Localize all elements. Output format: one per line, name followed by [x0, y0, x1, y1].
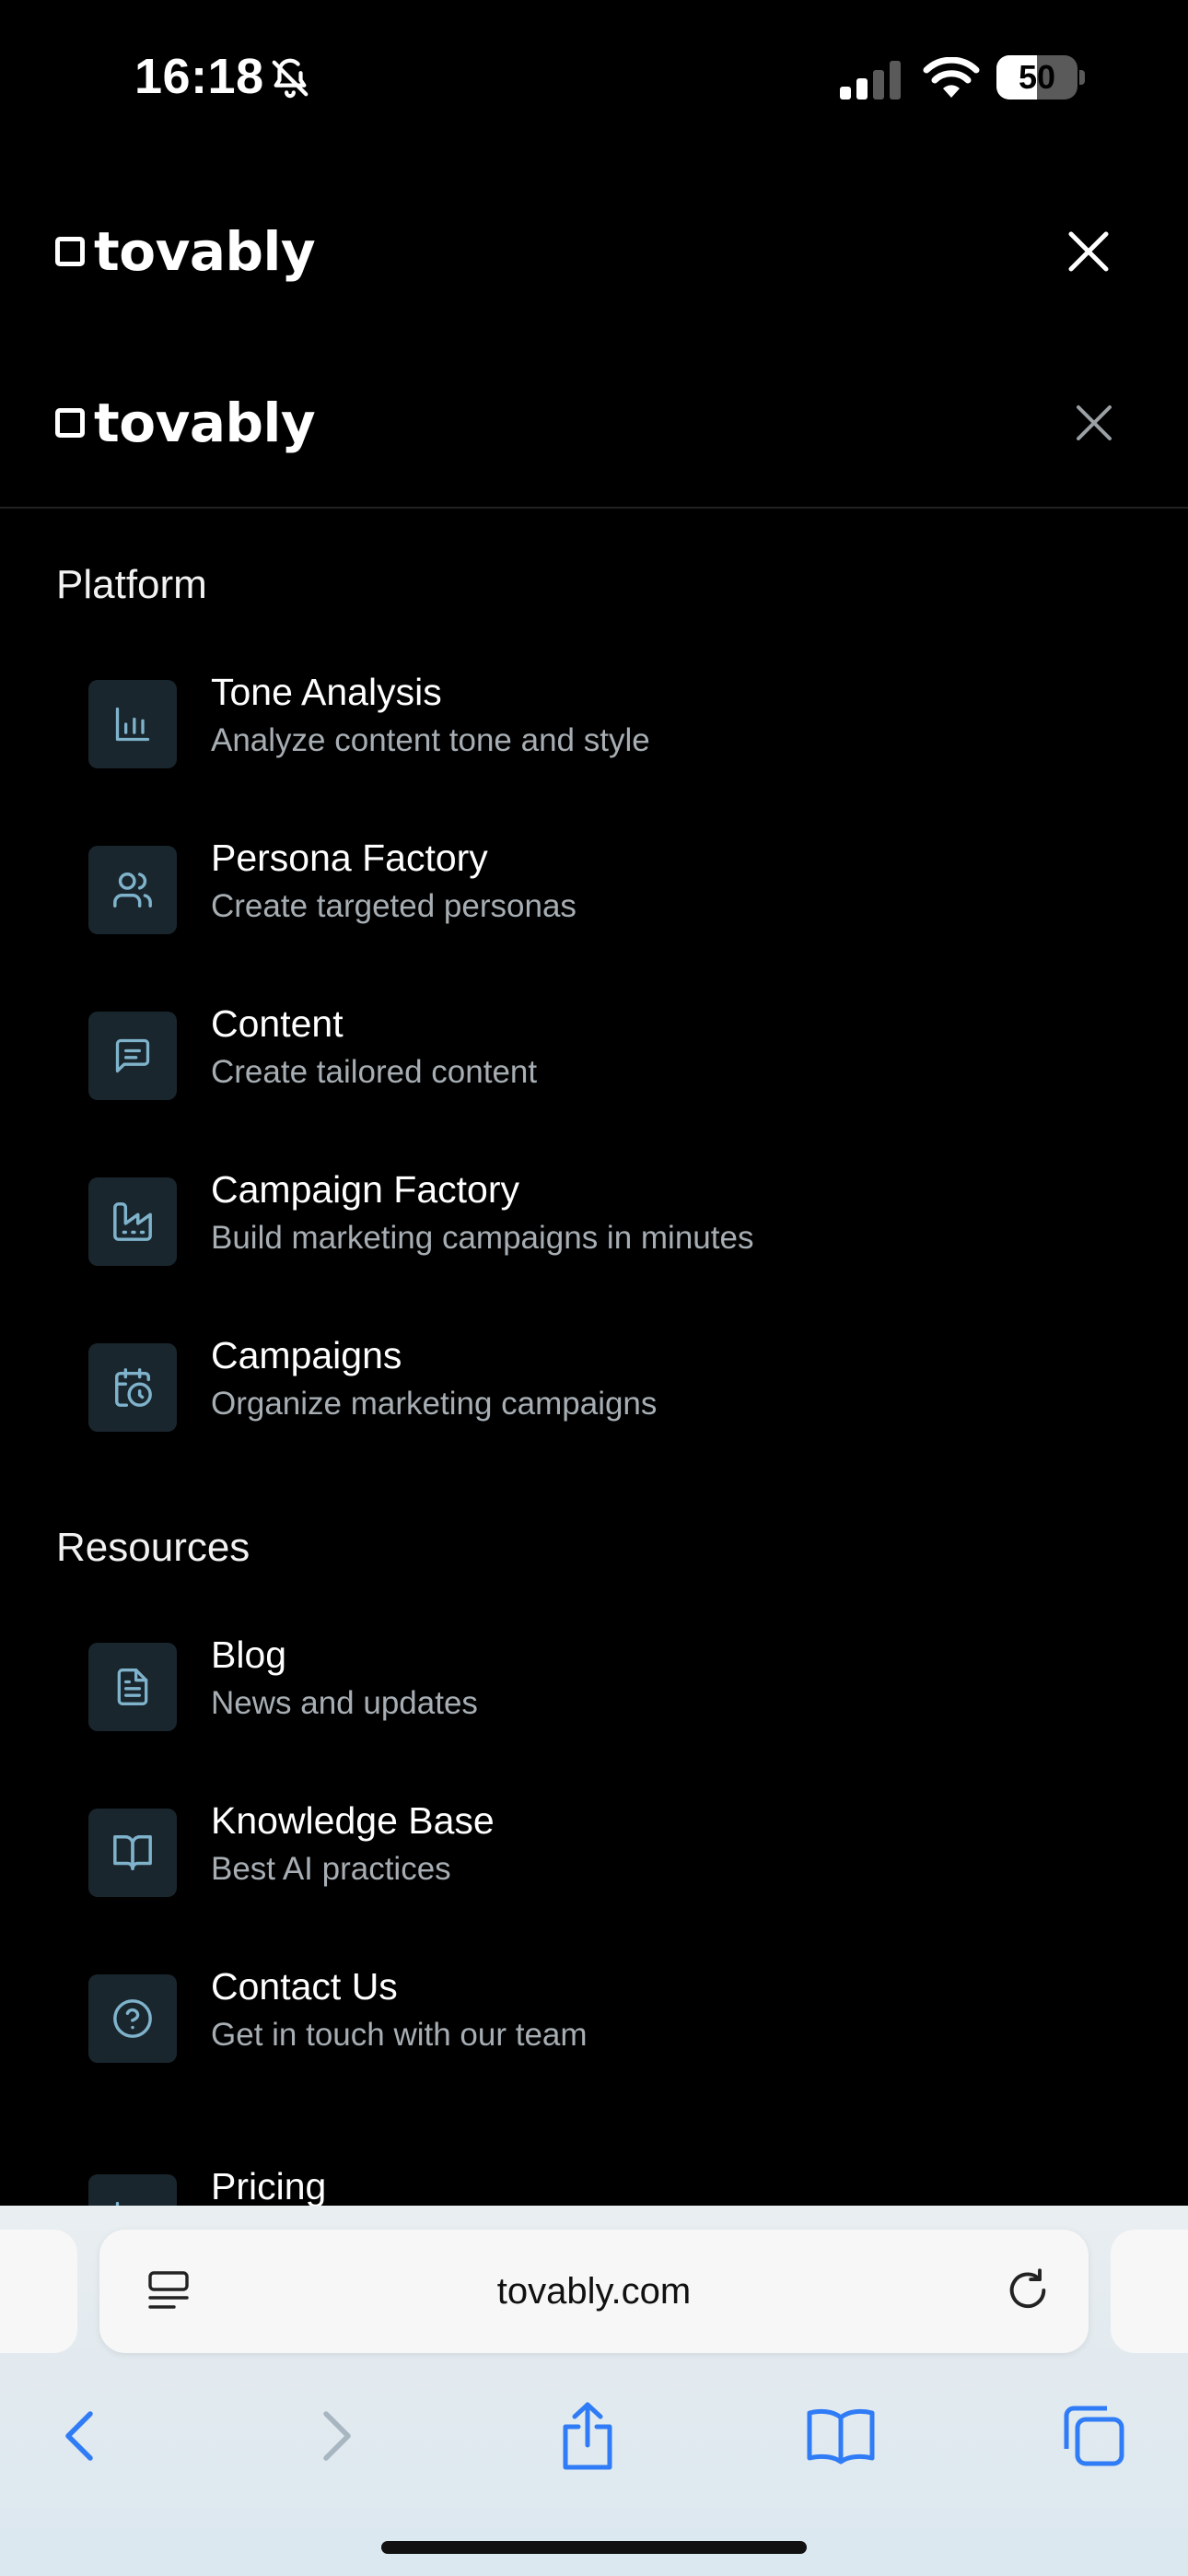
section-title-platform: Platform [56, 562, 207, 607]
menu-item-description: Organize marketing campaigns [211, 1386, 658, 1422]
tabs-button[interactable] [1039, 2390, 1149, 2482]
menu-item-description: Analyze content tone and style [211, 722, 650, 758]
menu-item-knowledge-base[interactable]: Knowledge Base Best AI practices [88, 1799, 1138, 1901]
menu-item-description: Create tailored content [211, 1054, 538, 1090]
back-icon [65, 2411, 93, 2461]
bookmarks-button[interactable] [786, 2390, 896, 2482]
status-bar: 16:18 50 [0, 0, 1188, 157]
menu-item-title: Contact Us [211, 1965, 398, 2008]
menu-header: tovably [0, 372, 1188, 474]
cellular-signal-icon [840, 61, 904, 104]
section-title-resources: Resources [56, 1525, 250, 1570]
menu-item-title: Knowledge Base [211, 1799, 495, 1842]
logo-square-icon [55, 237, 85, 266]
menu-item-title: Blog [211, 1633, 287, 1676]
message-square-icon [88, 1012, 177, 1100]
menu-item-description: Best AI practices [211, 1851, 451, 1887]
menu-item-title: Persona Factory [211, 837, 488, 879]
browser-toolbar: tovably.com [0, 2206, 1188, 2576]
menu-divider [0, 507, 1188, 509]
menu-item-title: Campaign Factory [211, 1168, 519, 1211]
close-icon [1068, 231, 1109, 272]
next-tab-preview[interactable] [1111, 2230, 1188, 2353]
share-icon [563, 2402, 612, 2470]
file-text-icon [88, 1643, 177, 1731]
menu-item-title: Tone Analysis [211, 671, 442, 713]
factory-icon [88, 1177, 177, 1266]
forward-button[interactable] [282, 2390, 392, 2482]
previous-tab-preview[interactable] [0, 2230, 77, 2353]
home-indicator [381, 2541, 807, 2554]
menu-item-title: Pricing [211, 2165, 327, 2207]
help-circle-icon [88, 1974, 177, 2063]
url-text[interactable]: tovably.com [99, 2230, 1089, 2353]
menu-item-campaigns[interactable]: Campaigns Organize marketing campaigns [88, 1334, 1138, 1435]
bar-chart-icon [88, 680, 177, 768]
reload-icon[interactable] [1004, 2266, 1052, 2319]
menu-item-description: News and updates [211, 1685, 478, 1721]
bookmarks-icon [807, 2408, 875, 2465]
menu-item-content[interactable]: Content Create tailored content [88, 1002, 1138, 1104]
site-header: tovably [0, 201, 1188, 302]
menu-close-button[interactable] [1043, 372, 1145, 474]
battery-icon: 50 [996, 55, 1085, 100]
address-bar[interactable]: tovably.com [99, 2230, 1089, 2353]
menu-item-description: Build marketing campaigns in minutes [211, 1220, 754, 1256]
tabs-icon [1064, 2406, 1124, 2466]
logo-square-icon [55, 408, 85, 438]
share-button[interactable] [532, 2390, 643, 2482]
brand-logo[interactable]: tovably [55, 201, 316, 302]
status-time: 16:18 [134, 49, 264, 104]
menu-item-contact-us[interactable]: Contact Us Get in touch with our team [88, 1965, 1138, 2067]
menu-item-description: Create targeted personas [211, 888, 577, 924]
brand-name: tovably [94, 220, 316, 283]
bell-slash-icon [269, 57, 311, 104]
menu-item-persona-factory[interactable]: Persona Factory Create targeted personas [88, 837, 1138, 938]
battery-percent: 50 [1018, 58, 1056, 96]
users-icon [88, 846, 177, 934]
calendar-clock-icon [88, 1343, 177, 1432]
close-icon [1077, 405, 1112, 440]
menu-brand-name: tovably [94, 392, 316, 454]
back-button[interactable] [24, 2390, 134, 2482]
forward-icon [323, 2411, 351, 2461]
header-close-button[interactable] [1038, 201, 1139, 302]
menu-item-description: Get in touch with our team [211, 2017, 588, 2053]
menu-item-campaign-factory[interactable]: Campaign Factory Build marketing campaig… [88, 1168, 1138, 1270]
book-open-icon [88, 1809, 177, 1897]
menu-item-title: Content [211, 1002, 344, 1045]
menu-item-tone-analysis[interactable]: Tone Analysis Analyze content tone and s… [88, 671, 1138, 772]
menu-brand-logo[interactable]: tovably [55, 372, 316, 474]
menu-item-title: Campaigns [211, 1334, 402, 1376]
wifi-icon [923, 56, 980, 104]
menu-item-blog[interactable]: Blog News and updates [88, 1633, 1138, 1735]
